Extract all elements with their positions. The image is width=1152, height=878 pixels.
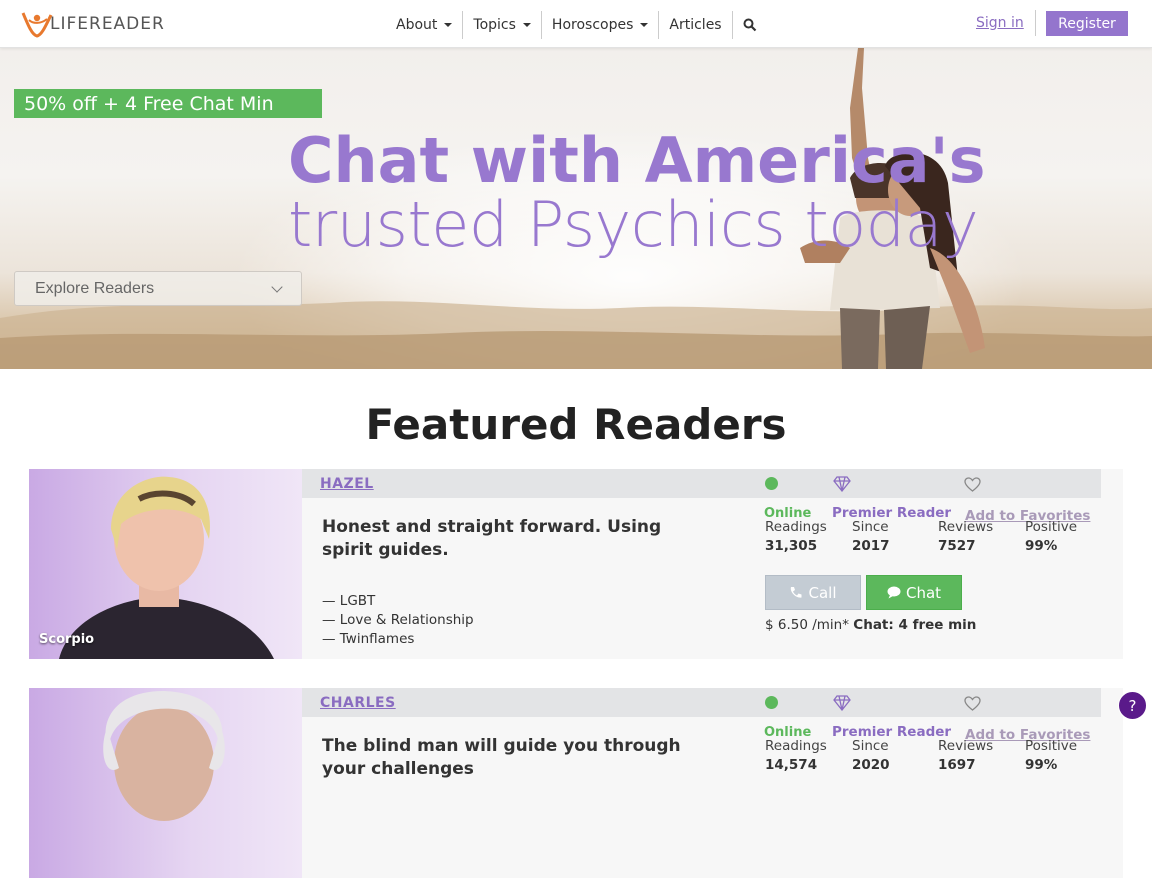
since-label: Since	[852, 738, 889, 754]
chat-button-label: Chat	[905, 583, 942, 602]
explore-readers-select[interactable]: Explore Readers	[14, 271, 302, 306]
hero-title-line2: trusted Psychics today	[288, 188, 979, 261]
featured-title: Featured Readers	[365, 400, 787, 449]
premier-label: Premier Reader	[832, 505, 952, 521]
topic-item: — LGBT	[322, 593, 376, 609]
heart-icon[interactable]	[964, 696, 981, 711]
nav-horoscopes[interactable]: Horoscopes	[542, 11, 660, 39]
reviews-value: 7527	[938, 538, 976, 554]
reader-tagline: The blind man will guide you through you…	[322, 736, 681, 779]
signin-link[interactable]: Sign in	[976, 15, 1024, 31]
price-info: $ 6.50 /min* Chat: 4 free min	[765, 617, 976, 633]
logo-text: LIFEREADER	[50, 14, 165, 34]
nav-topics-label: Topics	[473, 17, 516, 33]
search-button[interactable]	[733, 11, 767, 39]
reader-header-bar	[302, 469, 1101, 498]
premier-label: Premier Reader	[832, 724, 952, 740]
topic-item: — Love & Relationship	[322, 612, 474, 628]
heart-icon[interactable]	[964, 477, 981, 492]
search-icon	[743, 18, 756, 32]
nav-about-label: About	[396, 17, 438, 33]
reviews-label: Reviews	[938, 519, 994, 535]
nav-articles-label: Articles	[669, 17, 722, 33]
reader-name-link[interactable]: CHARLES	[320, 695, 396, 711]
reader-tagline: Honest and straight forward. Using spiri…	[322, 517, 662, 560]
hero-title-line1: Chat with America's	[288, 124, 986, 197]
nav-about[interactable]: About	[386, 11, 464, 39]
online-status-icon	[765, 477, 778, 490]
reader-photo[interactable]	[29, 688, 302, 878]
caret-down-icon	[522, 23, 531, 27]
site-header: LIFEREADER About Topics Horoscopes Artic…	[0, 0, 1152, 48]
positive-value: 99%	[1025, 757, 1058, 773]
reader-card: Scorpio HAZEL Online Premier Reader Add …	[29, 469, 1123, 659]
reviews-value: 1697	[938, 757, 976, 773]
zodiac-sign: Scorpio	[39, 632, 95, 647]
reader-header-bar	[302, 688, 1101, 717]
register-button[interactable]: Register	[1046, 11, 1128, 36]
positive-label: Positive	[1025, 519, 1078, 535]
readings-value: 14,574	[765, 757, 818, 773]
readings-label: Readings	[765, 519, 827, 535]
diamond-icon	[833, 476, 851, 492]
readings-value: 31,305	[765, 538, 818, 554]
logo-icon	[21, 12, 53, 38]
since-label: Since	[852, 519, 889, 535]
reader-portrait	[59, 476, 274, 659]
since-value: 2020	[852, 757, 890, 773]
help-button[interactable]: ?	[1118, 691, 1147, 720]
logo[interactable]: LIFEREADER	[20, 9, 165, 39]
promo-banner[interactable]: 50% off + 4 Free Chat Min	[14, 89, 322, 118]
chevron-down-icon	[271, 281, 283, 293]
nav-topics[interactable]: Topics	[463, 11, 542, 39]
readings-label: Readings	[765, 738, 827, 754]
main-nav: About Topics Horoscopes Articles	[386, 11, 767, 39]
header-divider	[1035, 10, 1036, 36]
reader-name-link[interactable]: HAZEL	[320, 476, 374, 492]
phone-icon	[791, 587, 802, 598]
explore-readers-label: Explore Readers	[35, 279, 155, 297]
since-value: 2017	[852, 538, 890, 554]
price-rate: $ 6.50 /min*	[765, 617, 849, 633]
reader-portrait	[103, 691, 225, 821]
reader-card: CHARLES Online Premier Reader Add to Fav…	[29, 688, 1123, 878]
call-button-label: Call	[808, 583, 837, 602]
online-status-icon	[765, 696, 778, 709]
topic-item: — Twinflames	[322, 631, 415, 647]
call-button[interactable]: Call	[765, 575, 861, 610]
reader-photo[interactable]: Scorpio	[29, 469, 302, 659]
chat-button[interactable]: Chat	[866, 575, 962, 610]
reviews-label: Reviews	[938, 738, 994, 754]
nav-articles[interactable]: Articles	[659, 11, 733, 39]
nav-horoscopes-label: Horoscopes	[551, 17, 634, 33]
caret-down-icon	[444, 23, 453, 27]
caret-down-icon	[640, 23, 649, 27]
chat-icon	[887, 586, 901, 599]
chat-offer: Chat: 4 free min	[853, 617, 977, 633]
positive-value: 99%	[1025, 538, 1058, 554]
hero-banner: 50% off + 4 Free Chat Min Chat with Amer…	[0, 48, 1152, 369]
positive-label: Positive	[1025, 738, 1078, 754]
diamond-icon	[833, 695, 851, 711]
